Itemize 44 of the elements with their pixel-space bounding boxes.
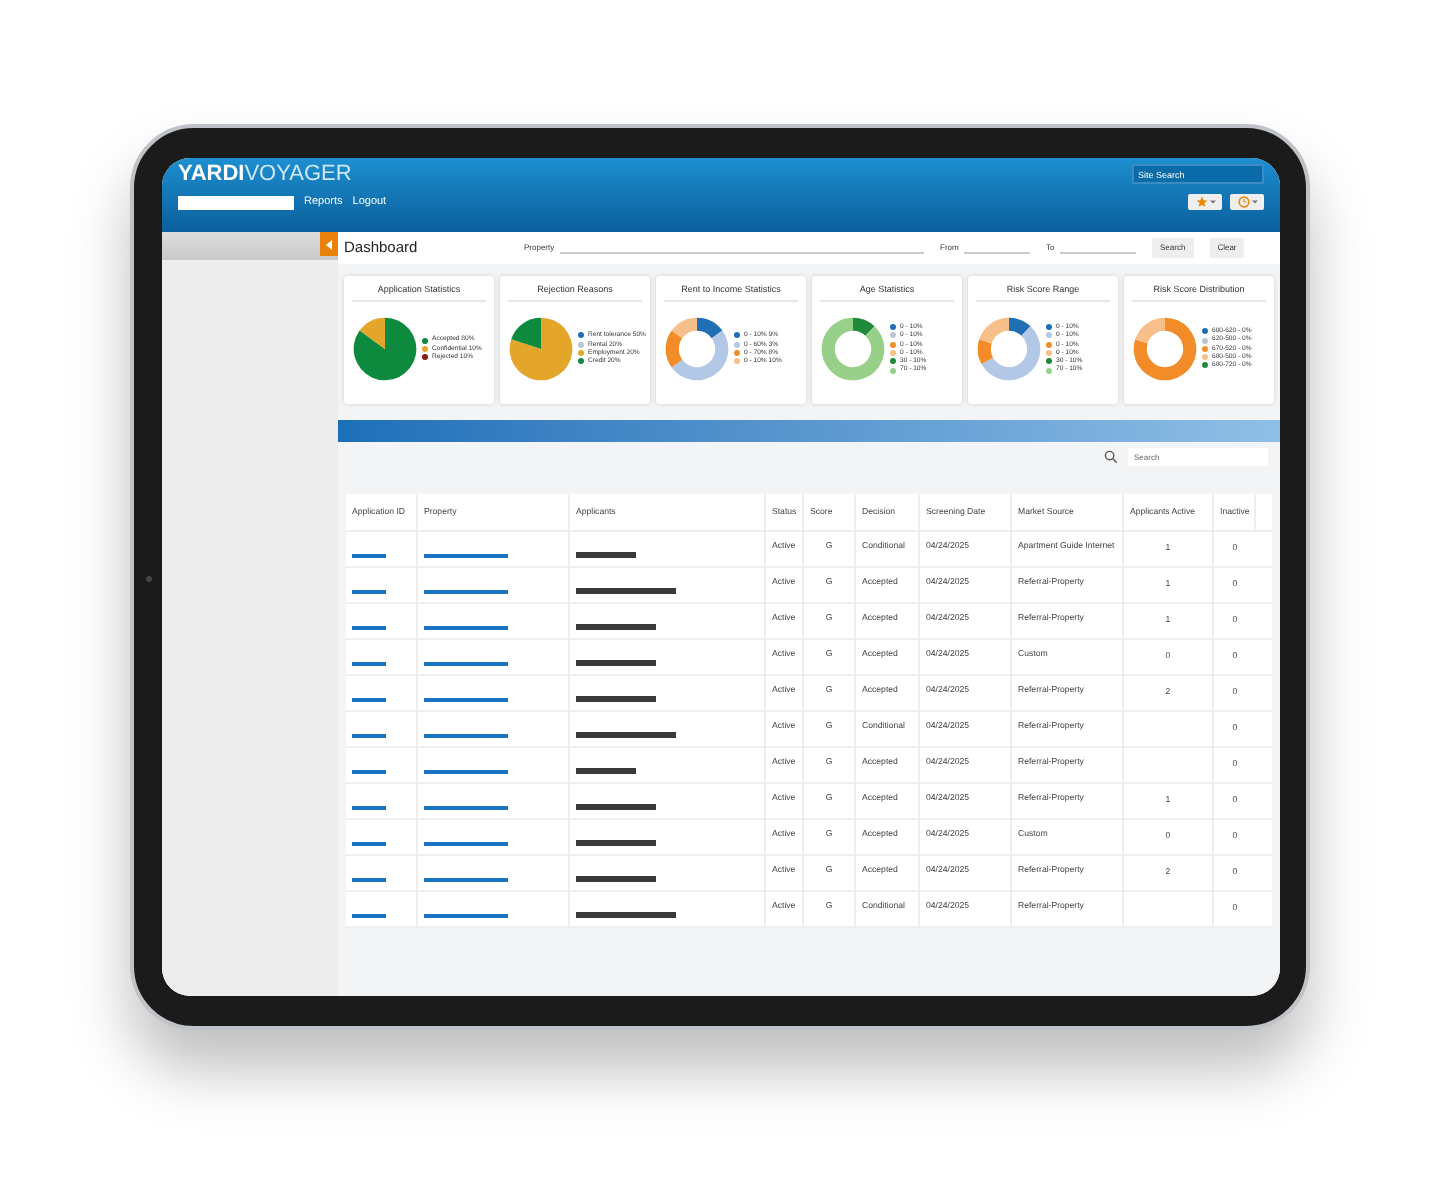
caret-icon bbox=[1251, 200, 1257, 204]
logo-text: VOYAGER bbox=[244, 164, 352, 186]
redacted-bar bbox=[576, 912, 676, 918]
camera-icon bbox=[146, 576, 152, 582]
property-link[interactable] bbox=[424, 769, 508, 774]
property-link[interactable] bbox=[424, 589, 508, 594]
redacted-bar bbox=[576, 660, 656, 666]
id-link[interactable] bbox=[352, 625, 386, 630]
redacted-bar bbox=[576, 768, 636, 774]
collapse-button[interactable] bbox=[320, 232, 338, 256]
id-link[interactable] bbox=[352, 589, 386, 594]
redacted-bar bbox=[576, 552, 636, 558]
id-link[interactable] bbox=[352, 661, 386, 666]
star-icon bbox=[1195, 196, 1207, 208]
property-link[interactable] bbox=[424, 805, 508, 810]
id-link[interactable] bbox=[352, 877, 386, 882]
clock-icon bbox=[1237, 196, 1249, 208]
property-link[interactable] bbox=[424, 625, 508, 630]
nav-field[interactable] bbox=[178, 196, 294, 210]
id-link[interactable] bbox=[352, 697, 386, 702]
redacted-bar bbox=[576, 624, 656, 630]
property-link[interactable] bbox=[424, 913, 508, 918]
redacted-bar bbox=[576, 732, 676, 738]
property-link[interactable] bbox=[424, 553, 508, 558]
redacted-bar bbox=[576, 696, 656, 702]
redacted-bar bbox=[576, 804, 656, 810]
search-icon bbox=[1104, 450, 1118, 464]
id-link[interactable] bbox=[352, 733, 386, 738]
id-link[interactable] bbox=[352, 553, 386, 558]
redacted-bar bbox=[576, 840, 656, 846]
property-link[interactable] bbox=[424, 661, 508, 666]
property-link[interactable] bbox=[424, 877, 508, 882]
property-link[interactable] bbox=[424, 841, 508, 846]
id-link[interactable] bbox=[352, 913, 386, 918]
arrow-left-icon bbox=[326, 239, 332, 249]
caret-icon bbox=[1209, 200, 1215, 204]
id-link[interactable] bbox=[352, 769, 386, 774]
logo-text: YARDI bbox=[178, 164, 245, 186]
redacted-bar bbox=[576, 588, 676, 594]
property-link[interactable] bbox=[424, 697, 508, 702]
property-link[interactable] bbox=[424, 733, 508, 738]
id-link[interactable] bbox=[352, 841, 386, 846]
id-link[interactable] bbox=[352, 805, 386, 810]
redacted-bar bbox=[576, 876, 656, 882]
